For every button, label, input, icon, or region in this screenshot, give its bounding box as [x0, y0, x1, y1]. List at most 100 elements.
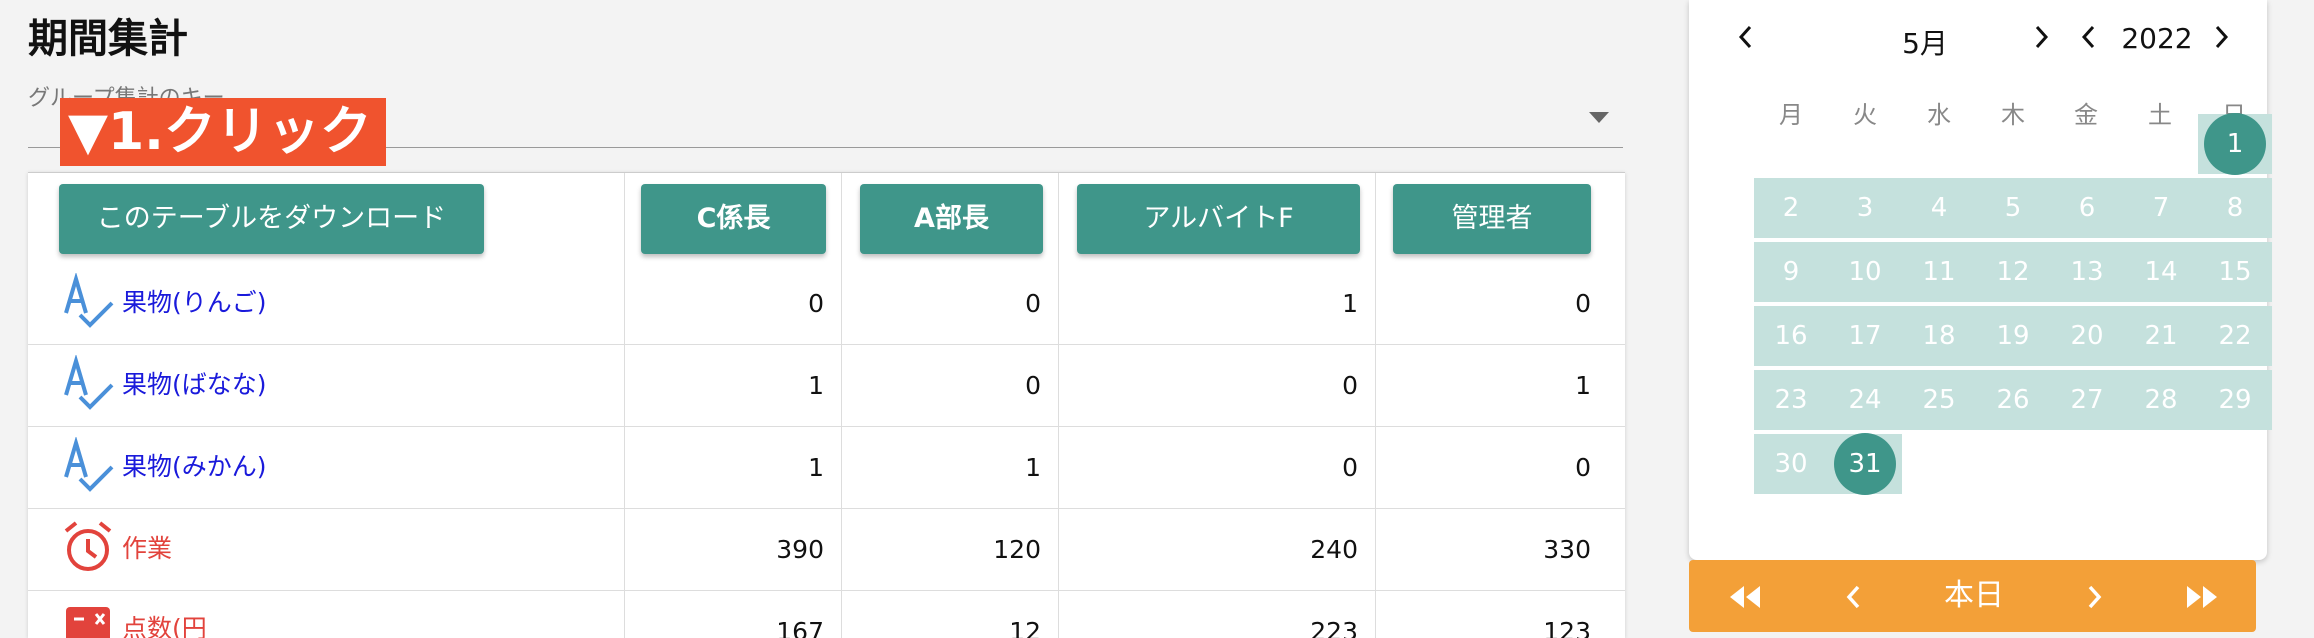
calendar-day[interactable]: 24	[1828, 370, 1902, 430]
row-divider	[28, 344, 1625, 345]
table-cell: 330	[1543, 535, 1591, 564]
spellcheck-icon	[58, 435, 118, 495]
weekday-label: 金	[2074, 101, 2098, 129]
calendar-day[interactable]: 25	[1902, 370, 1976, 430]
calendar-day[interactable]: 23	[1754, 370, 1828, 430]
calendar-day[interactable]: 3	[1828, 178, 1902, 238]
calendar-day[interactable]: 9	[1754, 242, 1828, 302]
table-cell: 1	[1575, 371, 1591, 400]
calendar-day[interactable]: 29	[2198, 370, 2272, 430]
column-header-button[interactable]: アルバイトF	[1077, 184, 1360, 254]
table-row[interactable]: 果物(りんご)	[58, 266, 267, 336]
weekday-label: 木	[2001, 101, 2025, 129]
calendar-day[interactable]: 11	[1902, 242, 1976, 302]
calendar-day[interactable]: 12	[1976, 242, 2050, 302]
alarm-clock-icon	[58, 517, 118, 577]
calendar-day[interactable]: 26	[1976, 370, 2050, 430]
calendar-day[interactable]: 15	[2198, 242, 2272, 302]
prev-year-button[interactable]	[2077, 22, 2101, 60]
spellcheck-icon	[58, 353, 118, 413]
dropdown-arrow-icon[interactable]	[1589, 112, 1609, 123]
download-table-button[interactable]: このテーブルをダウンロード	[59, 184, 484, 254]
calendar-day[interactable]: 8	[2198, 178, 2272, 238]
next-button[interactable]	[2039, 560, 2149, 632]
table-cell: 12	[1009, 617, 1041, 638]
calendar-day[interactable]: 10	[1828, 242, 1902, 302]
row-label[interactable]: 作業	[122, 529, 172, 565]
calendar-day[interactable]: 14	[2124, 242, 2198, 302]
table-cell: 0	[1342, 453, 1358, 482]
table-cell: 0	[1575, 453, 1591, 482]
table-cell: 390	[776, 535, 824, 564]
row-label[interactable]: 果物(みかん)	[122, 447, 267, 483]
column-divider	[1058, 173, 1059, 638]
calendar-day[interactable]: 20	[2050, 306, 2124, 366]
jump-back-button[interactable]	[1689, 560, 1799, 632]
column-header-button[interactable]: A部長	[860, 184, 1043, 254]
next-month-button[interactable]	[2029, 22, 2053, 60]
calculator-icon	[58, 597, 118, 638]
table-cell: 223	[1310, 617, 1358, 638]
table-cell: 240	[1310, 535, 1358, 564]
table-cell: 1	[1025, 453, 1041, 482]
table-cell: 0	[1025, 289, 1041, 318]
year-label[interactable]: 2022	[2107, 22, 2207, 55]
next-year-button[interactable]	[2209, 22, 2233, 60]
calendar-day[interactable]: 6	[2050, 178, 2124, 238]
column-divider	[1375, 173, 1376, 638]
column-header-button[interactable]: C係長	[641, 184, 826, 254]
weekday-label: 月	[1779, 101, 1803, 129]
column-header-label: アルバイトF	[1143, 203, 1294, 234]
date-range-calendar: 5月 2022 月 火 水 木 金 土 日 123456789101112131…	[1689, 0, 2272, 560]
calendar-day[interactable]: 13	[2050, 242, 2124, 302]
row-label[interactable]: 果物(りんご)	[122, 283, 267, 319]
calendar-day[interactable]: 2	[1754, 178, 1828, 238]
prev-month-button[interactable]	[1734, 22, 1758, 60]
prev-button[interactable]	[1799, 560, 1909, 632]
row-label[interactable]: 点数(円	[122, 609, 207, 638]
date-nav-bar: 本日	[1689, 560, 2256, 632]
table-row[interactable]: 果物(みかん)	[58, 430, 267, 500]
row-divider	[28, 590, 1625, 591]
jump-forward-button[interactable]	[2149, 560, 2256, 632]
calendar-day[interactable]: 27	[2050, 370, 2124, 430]
weekday-label: 水	[1927, 101, 1951, 129]
calendar-day[interactable]: 4	[1902, 178, 1976, 238]
table-cell: 0	[1342, 371, 1358, 400]
calendar-day[interactable]: 16	[1754, 306, 1828, 366]
row-divider	[28, 426, 1625, 427]
calendar-day-selected[interactable]: 1	[2204, 113, 2266, 175]
calendar-day-selected[interactable]: 31	[1834, 433, 1896, 495]
column-divider	[624, 173, 625, 638]
calendar-day[interactable]: 19	[1976, 306, 2050, 366]
main-panel: 期間集計 グループ集計のキー ▼1.クリック このテーブルをダウンロード C係長…	[0, 0, 1650, 638]
row-label[interactable]: 果物(ばなな)	[122, 365, 267, 401]
row-divider	[28, 508, 1625, 509]
calendar-day[interactable]: 30	[1754, 434, 1828, 494]
calendar-day[interactable]: 17	[1828, 306, 1902, 366]
today-button[interactable]: 本日	[1909, 560, 2039, 632]
calendar-day[interactable]: 18	[1902, 306, 1976, 366]
table-row[interactable]: 作業	[58, 512, 172, 582]
table-row[interactable]: 点数(円	[58, 592, 207, 638]
page-title: 期間集計	[28, 16, 188, 62]
calendar-day[interactable]: 28	[2124, 370, 2198, 430]
weekday-label: 火	[1853, 101, 1877, 129]
table-cell: 0	[808, 289, 824, 318]
calendar-day[interactable]: 5	[1976, 178, 2050, 238]
table-cell: 123	[1543, 617, 1591, 638]
summary-table: このテーブルをダウンロード C係長 A部長 アルバイトF 管理者 果物(りんご)…	[28, 172, 1625, 638]
column-divider	[841, 173, 842, 638]
calendar-day[interactable]: 22	[2198, 306, 2272, 366]
table-cell: 167	[776, 617, 824, 638]
table-cell: 0	[1575, 289, 1591, 318]
calendar-day[interactable]: 7	[2124, 178, 2198, 238]
table-row[interactable]: 果物(ばなな)	[58, 348, 267, 418]
table-cell: 1	[808, 453, 824, 482]
table-cell: 1	[1342, 289, 1358, 318]
column-header-button[interactable]: 管理者	[1393, 184, 1591, 254]
month-label[interactable]: 5月	[1865, 22, 1985, 62]
table-cell: 0	[1025, 371, 1041, 400]
table-cell: 120	[993, 535, 1041, 564]
calendar-day[interactable]: 21	[2124, 306, 2198, 366]
